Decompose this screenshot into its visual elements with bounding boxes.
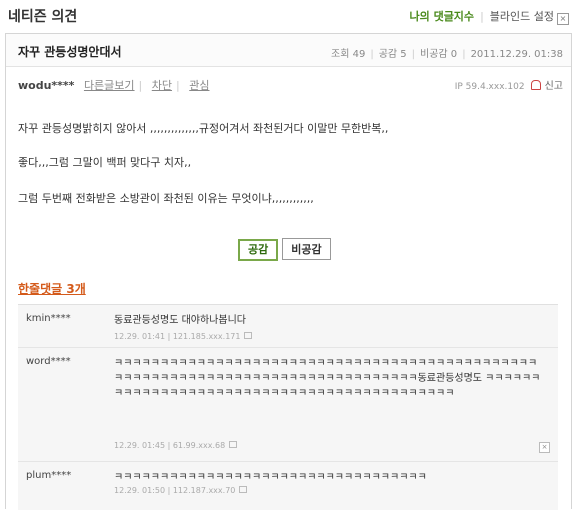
comment-meta: 12.29. 01:50 | 112.187.xxx.70 xyxy=(114,486,248,495)
disagree-button[interactable]: 비공감 xyxy=(282,238,331,260)
comment-author[interactable]: plum**** xyxy=(26,470,71,481)
vote-buttons: 공감 비공감 xyxy=(238,238,335,261)
post-author[interactable]: wodu**** xyxy=(18,79,74,92)
agree-count: 공감 5 xyxy=(378,49,407,60)
post-body-line-1: 자꾸 관등성명밝히지 않아서 ,,,,,,,,,,,,,,규정어겨서 좌천된거다… xyxy=(18,122,389,135)
page-title: 네티즌 의견 xyxy=(8,9,78,25)
top-bar: 네티즌 의견 나의 댓글지수 | 블라인드 설정 × xyxy=(0,0,577,30)
views-count: 조회 49 xyxy=(331,49,366,60)
disagree-count: 비공감 0 xyxy=(420,49,458,60)
report-icon[interactable] xyxy=(530,80,541,90)
block-link[interactable]: 차단 xyxy=(152,79,172,92)
comment-meta: 12.29. 01:41 | 121.185.xxx.171 xyxy=(114,332,253,341)
comments-header[interactable]: 한줄댓글 3개 xyxy=(18,280,86,297)
comments-list: kmin**** 동료관등성명도 대야하나봅니다 12.29. 01:41 | … xyxy=(18,304,558,510)
interest-link[interactable]: 관심 xyxy=(189,79,209,92)
author-ip: IP 59.4.xxx.102 xyxy=(454,82,525,92)
lock-icon[interactable] xyxy=(244,332,253,339)
comment-item: plum**** ㅋㅋㅋㅋㅋㅋㅋㅋㅋㅋㅋㅋㅋㅋㅋㅋㅋㅋㅋㅋㅋㅋㅋㅋㅋㅋㅋㅋㅋㅋㅋ… xyxy=(18,462,558,502)
comment-item: kmin**** 동료관등성명도 대야하나봅니다 12.29. 01:41 | … xyxy=(18,305,558,348)
top-right-links: 나의 댓글지수 | 블라인드 설정 × xyxy=(410,8,569,25)
comment-item: word**** ㅋㅋㅋㅋㅋㅋㅋㅋㅋㅋㅋㅋㅋㅋㅋㅋㅋㅋㅋㅋㅋㅋㅋㅋㅋㅋㅋㅋㅋㅋㅋ… xyxy=(18,348,558,462)
post-body-line-3: 그럼 두번째 전화받은 소방관이 좌천된 이유는 무엇이냐,,,,,,,,,,,… xyxy=(18,192,314,205)
post-meta: 조회 49 | 공감 5 | 비공감 0 | 2011.12.29. 01:38 xyxy=(331,49,563,60)
ip-row: IP 59.4.xxx.102 신고 xyxy=(455,77,563,92)
delete-icon[interactable]: × xyxy=(539,442,550,453)
post-panel: 자꾸 관등성명안대서 조회 49 | 공감 5 | 비공감 0 | 2011.12.29. … xyxy=(5,33,572,510)
comment-text: ㅋㅋㅋㅋㅋㅋㅋㅋㅋㅋㅋㅋㅋㅋㅋㅋㅋㅋㅋㅋㅋㅋㅋㅋㅋㅋㅋㅋㅋㅋㅋㅋㅋㅋ xyxy=(114,472,427,483)
comment-meta: 12.29. 01:45 | 61.99.xxx.68 xyxy=(114,441,238,450)
author-row: wodu**** 다른글보기 | 차단 | 관심 xyxy=(18,79,210,92)
close-icon[interactable]: × xyxy=(557,13,569,25)
report-link[interactable]: 신고 xyxy=(545,81,563,92)
blind-setting-link[interactable]: 블라인드 설정 xyxy=(490,10,554,23)
comment-author[interactable]: kmin**** xyxy=(26,313,71,324)
comment-text: ㅋㅋㅋㅋㅋㅋㅋㅋㅋㅋㅋㅋㅋㅋㅋㅋㅋㅋㅋㅋㅋㅋㅋㅋㅋㅋㅋㅋㅋㅋㅋㅋㅋㅋㅋㅋㅋㅋㅋㅋ… xyxy=(114,358,541,399)
my-comment-count-link[interactable]: 나의 댓글지수 xyxy=(410,10,475,23)
agree-button[interactable]: 공감 xyxy=(238,239,279,261)
comment-text: 동료관등성명도 대야하나봅니다 xyxy=(114,315,246,326)
post-header: 자꾸 관등성명안대서 조회 49 | 공감 5 | 비공감 0 | 2011.12.29. … xyxy=(6,34,571,67)
post-title: 자꾸 관등성명안대서 xyxy=(18,45,122,59)
lock-icon[interactable] xyxy=(229,441,238,448)
other-posts-link[interactable]: 다른글보기 xyxy=(84,79,135,92)
lock-icon[interactable] xyxy=(239,486,248,493)
post-datetime: 2011.12.29. 01:38 xyxy=(470,49,563,60)
post-body-line-2: 좋다,,,그럼 그말이 백퍼 맞다구 치자,, xyxy=(18,156,192,169)
comment-author[interactable]: word**** xyxy=(26,356,71,367)
